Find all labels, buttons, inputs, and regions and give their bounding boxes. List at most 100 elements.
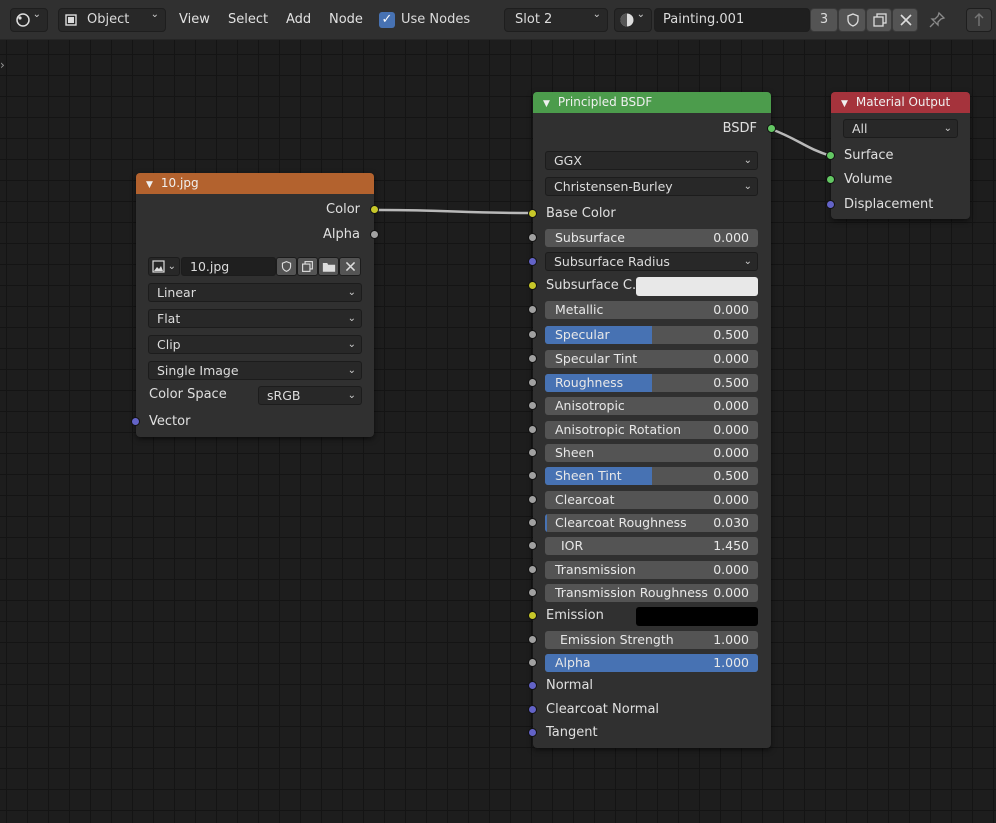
node-editor-icon [15,12,31,28]
vector-input-socket[interactable] [131,417,140,426]
subsurface-radius-dropdown[interactable]: Subsurface Radius ⌄ [545,252,758,271]
emission-input-socket[interactable] [528,611,537,620]
parent-node-tree-button[interactable] [966,8,992,32]
emission-color-swatch[interactable] [636,607,758,626]
use-nodes-label[interactable]: Use Nodes [401,8,470,32]
principled-bsdf-node[interactable]: ▼ Principled BSDF BSDF GGX ⌄ Christensen-… [528,92,776,748]
pin-icon[interactable] [928,11,946,29]
image-open-button[interactable] [318,257,339,276]
clearcoat-input-socket[interactable] [528,495,537,504]
param-sheen[interactable]: Sheen 0.000 [545,444,758,462]
roughness-input-socket[interactable] [528,378,537,387]
source-dropdown[interactable]: Single Image ⌄ [148,361,362,380]
image-unlink-button[interactable] [339,257,361,276]
image-browse-button[interactable]: ⌄ [148,257,180,276]
use-nodes-checkbox[interactable]: ✓ [379,12,395,28]
sheen-tint-input-socket[interactable] [528,471,537,480]
param-name: Transmission Roughness [555,585,708,600]
chevron-down-icon: ⌄ [636,9,645,20]
image-duplicate-button[interactable] [297,257,318,276]
transmission-roughness-input-socket[interactable] [528,588,537,597]
param-sheen-tint[interactable]: Sheen Tint 0.500 [545,467,758,485]
param-specular[interactable]: Specular 0.500 [545,326,758,344]
link-color-to-base-color [374,208,534,215]
material-name-field[interactable]: Painting.001 [654,8,810,32]
image-node-header[interactable]: ▼ 10.jpg [136,173,374,194]
duplicate-material-button[interactable] [866,8,892,32]
interpolation-dropdown[interactable]: Linear ⌄ [148,283,362,302]
material-output-node[interactable]: ▼ Material Output All ⌄ Surface Volume Di… [826,92,970,219]
specular-input-socket[interactable] [528,330,537,339]
subsurface-color-input-socket[interactable] [528,281,537,290]
bsdf-node-header[interactable]: ▼ Principled BSDF [533,92,771,113]
anisotropic-rotation-input-socket[interactable] [528,425,537,434]
param-specular-tint[interactable]: Specular Tint 0.000 [545,350,758,368]
editor-type-button[interactable]: ⌄ [10,8,48,32]
subsurface-radius-input-socket[interactable] [528,257,537,266]
param-subsurface[interactable]: Subsurface 0.000 [545,229,758,247]
menu-add[interactable]: Add [286,8,311,32]
subsurface-method-dropdown[interactable]: Christensen-Burley ⌄ [545,177,758,196]
menu-view[interactable]: View [179,8,210,32]
image-fake-user-button[interactable] [276,257,297,276]
image-texture-node[interactable]: ▼ 10.jpg Color Alpha ⌄ 10.jpg Linear ⌄ F… [131,173,379,437]
param-fill [545,514,547,532]
param-roughness[interactable]: Roughness 0.500 [545,374,758,392]
chevron-down-icon: ⌄ [592,9,601,20]
specular-tint-input-socket[interactable] [528,354,537,363]
collapse-triangle-icon[interactable]: ▼ [146,180,153,190]
menu-select[interactable]: Select [228,8,268,32]
chevron-down-icon: ⌄ [32,9,41,20]
param-alpha[interactable]: Alpha 1.000 [545,654,758,672]
alpha-output-socket[interactable] [370,230,379,239]
distribution-dropdown[interactable]: GGX ⌄ [545,151,758,170]
tangent-input-socket[interactable] [528,728,537,737]
clearcoat-roughness-input-socket[interactable] [528,518,537,527]
clearcoat-normal-input-socket[interactable] [528,705,537,714]
base-color-input-socket[interactable] [528,209,537,218]
subsurface-color-swatch[interactable] [636,277,758,296]
fake-user-button[interactable] [838,8,866,32]
image-name-field[interactable]: 10.jpg [181,257,276,276]
output-target-dropdown[interactable]: All ⌄ [843,119,958,138]
param-ior[interactable]: IOR 1.450 [545,537,758,555]
bsdf-node-title: Principled BSDF [557,95,653,109]
subsurface-input-socket[interactable] [528,233,537,242]
ior-input-socket[interactable] [528,541,537,550]
param-clearcoat[interactable]: Clearcoat 0.000 [545,491,758,509]
emission-strength-input-socket[interactable] [528,635,537,644]
transmission-input-socket[interactable] [528,565,537,574]
param-transmission[interactable]: Transmission 0.000 [545,561,758,579]
param-anisotropic-rotation[interactable]: Anisotropic Rotation 0.000 [545,421,758,439]
param-anisotropic[interactable]: Anisotropic 0.000 [545,397,758,415]
normal-input-socket[interactable] [528,681,537,690]
slot-dropdown[interactable]: Slot 2 ⌄ [504,8,608,32]
alpha-input-socket[interactable] [528,658,537,667]
unlink-material-button[interactable] [892,8,918,32]
metallic-input-socket[interactable] [528,305,537,314]
sidebar-toggle-icon[interactable]: › [0,58,5,72]
param-emission-strength[interactable]: Emission Strength 1.000 [545,631,758,649]
chevron-down-icon: ⌄ [743,181,752,192]
extension-dropdown[interactable]: Clip ⌄ [148,335,362,354]
param-clearcoat-roughness[interactable]: Clearcoat Roughness 0.030 [545,514,758,532]
color-space-dropdown[interactable]: sRGB ⌄ [258,386,362,405]
projection-dropdown[interactable]: Flat ⌄ [148,309,362,328]
user-count-button[interactable]: 3 [810,8,838,32]
menu-node[interactable]: Node [329,8,363,32]
collapse-triangle-icon[interactable]: ▼ [543,99,550,109]
bsdf-output-socket[interactable] [767,124,776,133]
volume-input-socket[interactable] [826,175,835,184]
output-node-header[interactable]: ▼ Material Output [831,92,970,113]
param-metallic[interactable]: Metallic 0.000 [545,301,758,319]
object-type-dropdown[interactable]: Object ⌄ [58,8,166,32]
collapse-triangle-icon[interactable]: ▼ [841,99,848,109]
sheen-input-socket[interactable] [528,448,537,457]
interpolation-value: Linear [157,285,196,300]
anisotropic-input-socket[interactable] [528,401,537,410]
surface-input-socket[interactable] [826,151,835,160]
displacement-input-socket[interactable] [826,200,835,209]
color-output-socket[interactable] [370,205,379,214]
browse-material-button[interactable]: ⌄ [614,8,652,32]
param-transmission-roughness[interactable]: Transmission Roughness 0.000 [545,584,758,602]
